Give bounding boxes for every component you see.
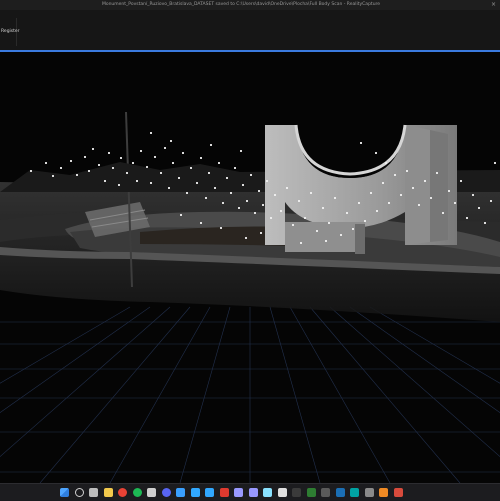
file-explorer-icon[interactable] bbox=[103, 488, 113, 497]
chrome-icon[interactable] bbox=[118, 488, 127, 497]
after-effects-icon[interactable] bbox=[248, 488, 258, 497]
monument-arch bbox=[265, 124, 457, 254]
title-bar: Monument_Povstaní_Ruziovo_Bratislava_DAT… bbox=[0, 0, 500, 10]
acrobat-icon[interactable] bbox=[219, 488, 229, 497]
point-cloud-scene bbox=[0, 111, 500, 483]
terminal-icon[interactable] bbox=[321, 488, 330, 497]
taskbar bbox=[0, 483, 500, 501]
app-icon-blue[interactable] bbox=[176, 488, 185, 497]
window-title: Monument_Povstaní_Ruziovo_Bratislava_DAT… bbox=[101, 2, 381, 7]
app-icon-teal[interactable] bbox=[350, 488, 359, 497]
ribbon-toolbar: Register bbox=[0, 10, 500, 50]
3d-viewport[interactable] bbox=[0, 52, 500, 483]
register-button[interactable]: Register bbox=[0, 18, 20, 46]
premiere-icon[interactable] bbox=[234, 488, 243, 497]
app-icon-dark[interactable] bbox=[292, 488, 301, 497]
ground-grid bbox=[0, 306, 500, 483]
discord-icon[interactable] bbox=[161, 488, 171, 497]
media-encoder-icon[interactable] bbox=[263, 488, 272, 497]
windows-start-icon[interactable] bbox=[60, 488, 69, 497]
app-icon-grey[interactable] bbox=[364, 488, 374, 497]
search-icon[interactable] bbox=[74, 488, 84, 497]
close-icon[interactable]: × bbox=[491, 1, 496, 9]
unity-icon[interactable] bbox=[277, 488, 287, 497]
obs-icon[interactable] bbox=[147, 488, 156, 497]
spotify-icon[interactable] bbox=[132, 488, 142, 497]
app-icon-green[interactable] bbox=[306, 488, 316, 497]
photoshop-icon[interactable] bbox=[190, 488, 200, 497]
task-view-icon[interactable] bbox=[89, 488, 98, 497]
lightroom-icon[interactable] bbox=[205, 488, 214, 497]
steam-icon[interactable] bbox=[335, 488, 345, 497]
realitycapture-icon[interactable] bbox=[393, 488, 403, 497]
app-icon-orange[interactable] bbox=[379, 488, 388, 497]
